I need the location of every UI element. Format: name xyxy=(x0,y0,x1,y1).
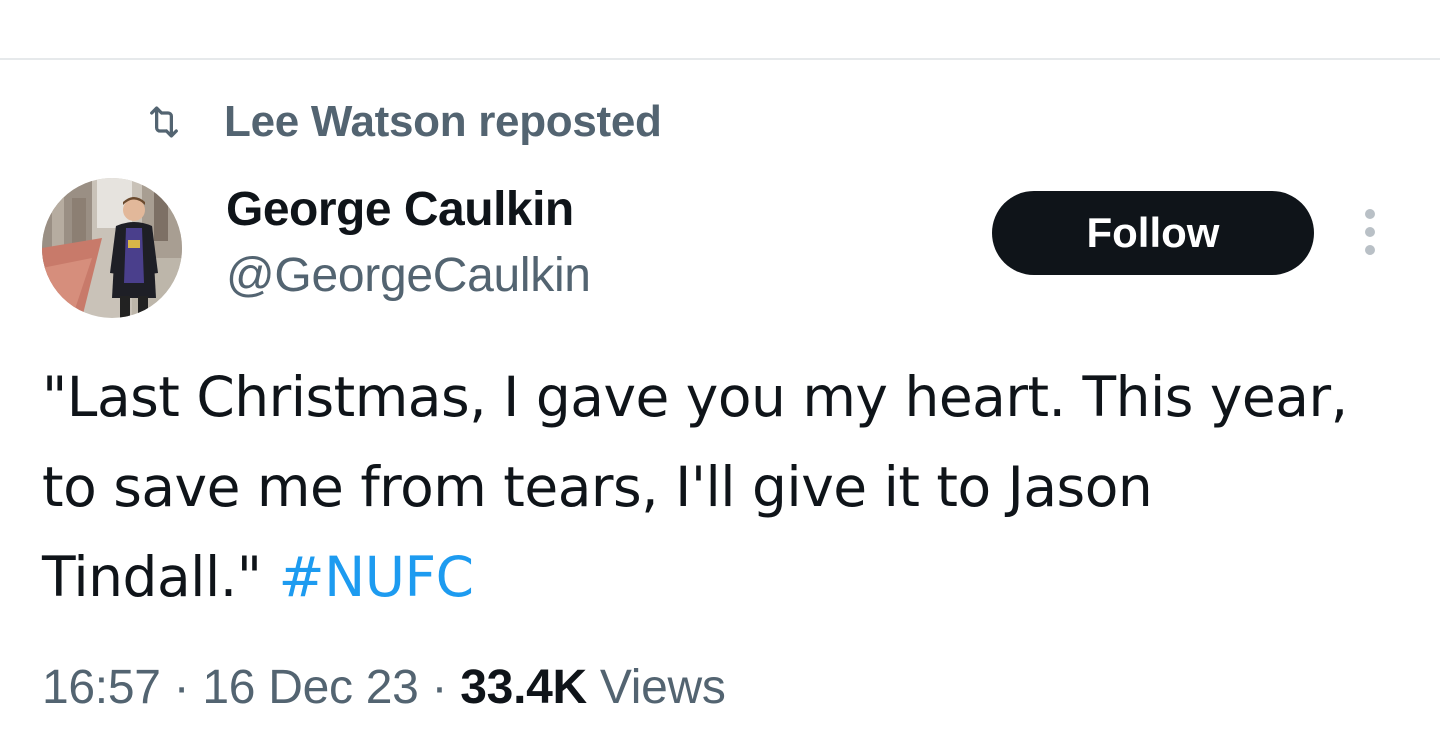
tweet-body: "Last Christmas, I gave you my heart. Th… xyxy=(42,352,1382,622)
repost-label: Lee Watson reposted xyxy=(224,97,662,146)
tweet-time[interactable]: 16:57 xyxy=(42,660,161,715)
more-options-button[interactable] xyxy=(1350,206,1390,262)
tweet-text: "Last Christmas, I gave you my heart. Th… xyxy=(42,365,1348,609)
repost-context[interactable]: Lee Watson reposted xyxy=(144,96,662,148)
avatar[interactable] xyxy=(42,178,182,318)
repost-icon xyxy=(144,102,184,142)
author-handle[interactable]: @GeorgeCaulkin xyxy=(226,248,591,303)
author-display-name[interactable]: George Caulkin xyxy=(226,182,574,237)
views-label-text: Views xyxy=(599,661,726,714)
meta-separator: · xyxy=(160,661,203,714)
top-divider xyxy=(0,58,1440,60)
follow-button[interactable]: Follow xyxy=(992,191,1314,275)
meta-separator: · xyxy=(418,661,461,714)
tweet-date[interactable]: 16 Dec 23 xyxy=(202,660,418,715)
tweet-meta: 16:57 · 16 Dec 23 · 33.4K Views xyxy=(42,660,726,715)
hashtag-link[interactable]: #NUFC xyxy=(279,545,475,609)
views-count[interactable]: 33.4K xyxy=(460,660,587,715)
more-vertical-icon xyxy=(1363,208,1377,261)
views-label: Views xyxy=(587,660,726,715)
